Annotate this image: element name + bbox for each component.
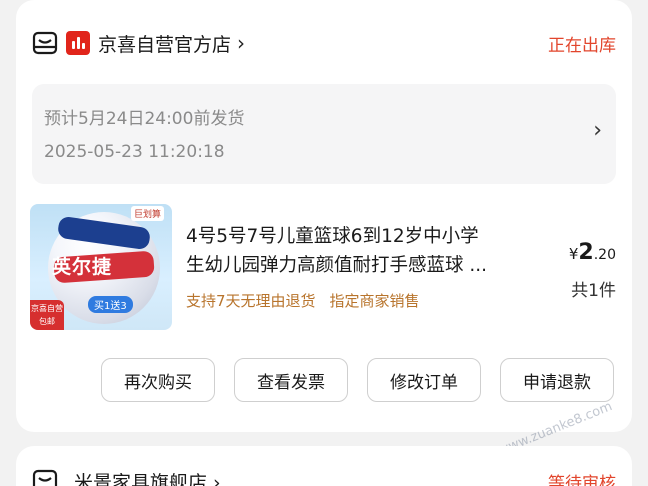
- store-name[interactable]: 米景家具旗舰店 ›: [74, 468, 221, 486]
- rebuy-button[interactable]: 再次购买: [101, 358, 215, 402]
- modify-order-button[interactable]: 修改订单: [367, 358, 481, 402]
- product-title-line: 生幼儿园弹力高颜值耐打手感蓝球 ...: [186, 255, 488, 276]
- store-name[interactable]: 京喜自营官方店: [98, 30, 231, 57]
- order-status: 正在出库: [548, 35, 616, 56]
- chevron-right-icon[interactable]: ›: [593, 118, 602, 143]
- order-card: 米景家具旗舰店 › 等待审核: [16, 446, 632, 486]
- currency-symbol: ¥: [568, 245, 579, 263]
- product-image-badge: 京喜自营 包邮: [30, 300, 64, 330]
- shipping-info[interactable]: 预计5月24日24:00前发货 2025-05-23 11:20:18 ›: [32, 84, 616, 184]
- badge-line: 京喜自营: [31, 304, 63, 313]
- request-refund-button[interactable]: 申请退款: [500, 358, 614, 402]
- shipping-estimate: 预计5月24日24:00前发货: [44, 109, 245, 129]
- product-title[interactable]: 4号5号7号儿童篮球6到12岁中小学 生幼儿园弹力高颜值耐打手感蓝球 ...: [186, 222, 546, 280]
- price-decimal: .20: [593, 247, 616, 263]
- product-price: ¥2.20: [569, 240, 616, 265]
- product-tags: 支持7天无理由退货 指定商家销售: [186, 290, 420, 311]
- store-header[interactable]: 京喜自营官方店 › 正在出库: [32, 26, 616, 60]
- order-time: 2025-05-23 11:20:18: [44, 142, 225, 162]
- chevron-right-icon[interactable]: ›: [237, 33, 245, 53]
- product-image-promo: 买1送3: [88, 296, 133, 313]
- jd-brand-icon: [66, 31, 90, 55]
- return-policy-tag: 支持7天无理由退货: [186, 292, 316, 310]
- product-image-tag: 巨划算: [130, 206, 164, 221]
- store-icon: [32, 468, 58, 486]
- product-quantity: 共1件: [571, 281, 616, 301]
- product-image[interactable]: 英尔捷 巨划算 买1送3 京喜自营 包邮: [30, 204, 172, 330]
- view-invoice-button[interactable]: 查看发票: [234, 358, 348, 402]
- seller-tag: 指定商家销售: [329, 292, 420, 310]
- badge-line: 包邮: [39, 317, 55, 326]
- product-title-line: 4号5号7号儿童篮球6到12岁中小学: [186, 226, 479, 247]
- order-status: 等待审核: [548, 473, 616, 486]
- store-header[interactable]: 米景家具旗舰店 › 等待审核: [32, 466, 616, 486]
- product-image-brand: 英尔捷: [52, 256, 113, 278]
- price-integer: 2: [578, 240, 594, 265]
- store-icon: [32, 30, 58, 56]
- order-actions: 再次购买 查看发票 修改订单 申请退款: [101, 358, 614, 402]
- order-card: 京喜自营官方店 › 正在出库 预计5月24日24:00前发货 2025-05-2…: [16, 0, 632, 486]
